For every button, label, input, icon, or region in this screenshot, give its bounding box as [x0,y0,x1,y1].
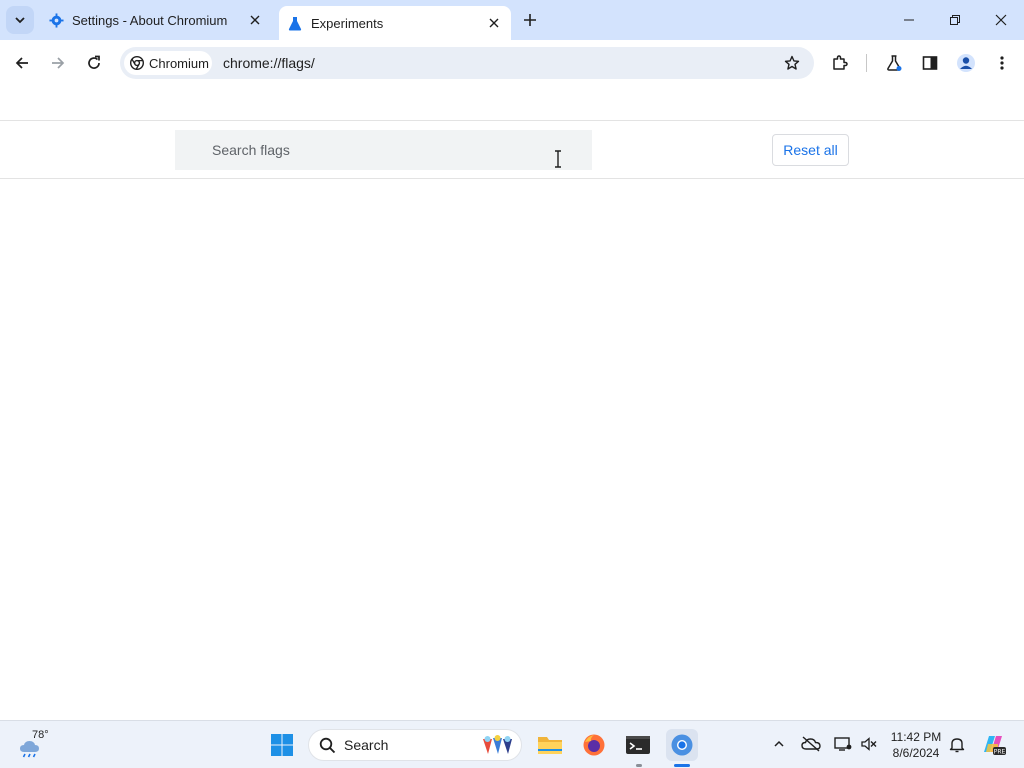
puzzle-icon [833,55,848,70]
bookmark-star-button[interactable] [782,53,802,73]
chromium-button[interactable] [666,729,698,761]
text-cursor-icon [555,150,561,168]
taskbar-search[interactable]: Search [308,729,522,761]
site-chip-label: Chromium [149,55,209,71]
arrow-right-icon [52,57,65,69]
title-bar: Settings - About Chromium Experiments [0,0,1024,40]
tab-search-button[interactable] [6,6,34,34]
running-indicator [636,764,642,767]
restore-icon [950,15,960,25]
search-highlight-icon [483,735,512,754]
star-icon [784,55,800,70]
flask-icon [287,15,303,31]
back-button[interactable] [8,49,36,77]
gear-icon [48,12,64,28]
notifications-button[interactable] [946,733,968,755]
tab-experiments[interactable]: Experiments [279,6,511,40]
firefox-button[interactable] [578,729,610,761]
tab-label: Settings - About Chromium [72,12,228,28]
side-panel-icon [922,56,938,70]
profile-button[interactable] [952,49,980,77]
search-icon [319,737,336,753]
copilot-button[interactable]: PRE [980,731,1006,757]
site-info-chip[interactable]: Chromium [124,51,212,75]
close-icon[interactable] [246,11,264,29]
arrow-left-icon [15,57,28,69]
close-window-button[interactable] [978,0,1024,40]
chromium-icon [671,734,693,756]
restore-button[interactable] [932,0,978,40]
tab-settings[interactable]: Settings - About Chromium [40,0,272,40]
terminal-button[interactable] [622,729,654,761]
close-icon[interactable] [485,14,503,32]
more-vertical-icon [1000,56,1004,70]
avatar-icon [957,54,975,72]
chevron-up-icon [774,740,784,747]
terminal-icon [626,736,650,754]
bell-icon [949,737,965,752]
firefox-icon [583,734,605,756]
network-tray-button[interactable] [832,733,854,755]
weather-temp: 78° [32,729,49,741]
cloud-off-icon [801,736,821,752]
windows-logo-icon [271,734,293,756]
taskbar: 78° Search 11:42 PM 8/6/2024 PRE [0,720,1024,768]
browser-toolbar: Chromium chrome://flags/ [0,40,1024,86]
address-bar[interactable]: Chromium chrome://flags/ [120,47,814,79]
system-clock[interactable]: 11:42 PM 8/6/2024 [884,729,948,761]
menu-button[interactable] [988,49,1016,77]
file-explorer-button[interactable] [534,729,566,761]
onedrive-tray-button[interactable] [800,733,822,755]
side-panel-button[interactable] [916,49,944,77]
tab-label: Experiments [311,15,384,31]
flags-header: Reset all [0,120,1024,179]
taskbar-search-label: Search [344,737,389,753]
folder-icon [538,737,562,754]
minimize-icon [904,19,914,21]
speaker-muted-icon [861,737,877,751]
chevron-down-icon [15,17,25,24]
weather-widget[interactable]: 78° [16,727,56,763]
experiments-button[interactable] [880,49,908,77]
clock-date: 8/6/2024 [892,746,940,760]
reload-button[interactable] [80,49,108,77]
close-icon [995,14,1007,26]
reset-all-button[interactable]: Reset all [772,134,849,166]
extensions-button[interactable] [826,49,854,77]
chromium-logo-icon [130,56,144,70]
svg-text:PRE: PRE [994,749,1006,756]
new-tab-button[interactable] [518,8,542,32]
toolbar-divider [866,54,867,72]
active-indicator [674,764,690,767]
copilot-icon: PRE [984,736,1006,756]
reload-icon [88,55,100,69]
minimize-button[interactable] [886,0,932,40]
url-text[interactable]: chrome://flags/ [223,55,315,71]
volume-tray-button[interactable] [858,733,880,755]
clock-time: 11:42 PM [890,730,942,744]
forward-button[interactable] [44,49,72,77]
search-flags-input[interactable] [175,130,592,170]
show-hidden-icons-button[interactable] [768,733,790,755]
plus-icon [524,14,536,26]
start-button[interactable] [266,729,298,761]
network-icon [834,737,852,751]
flask-icon [887,55,902,71]
